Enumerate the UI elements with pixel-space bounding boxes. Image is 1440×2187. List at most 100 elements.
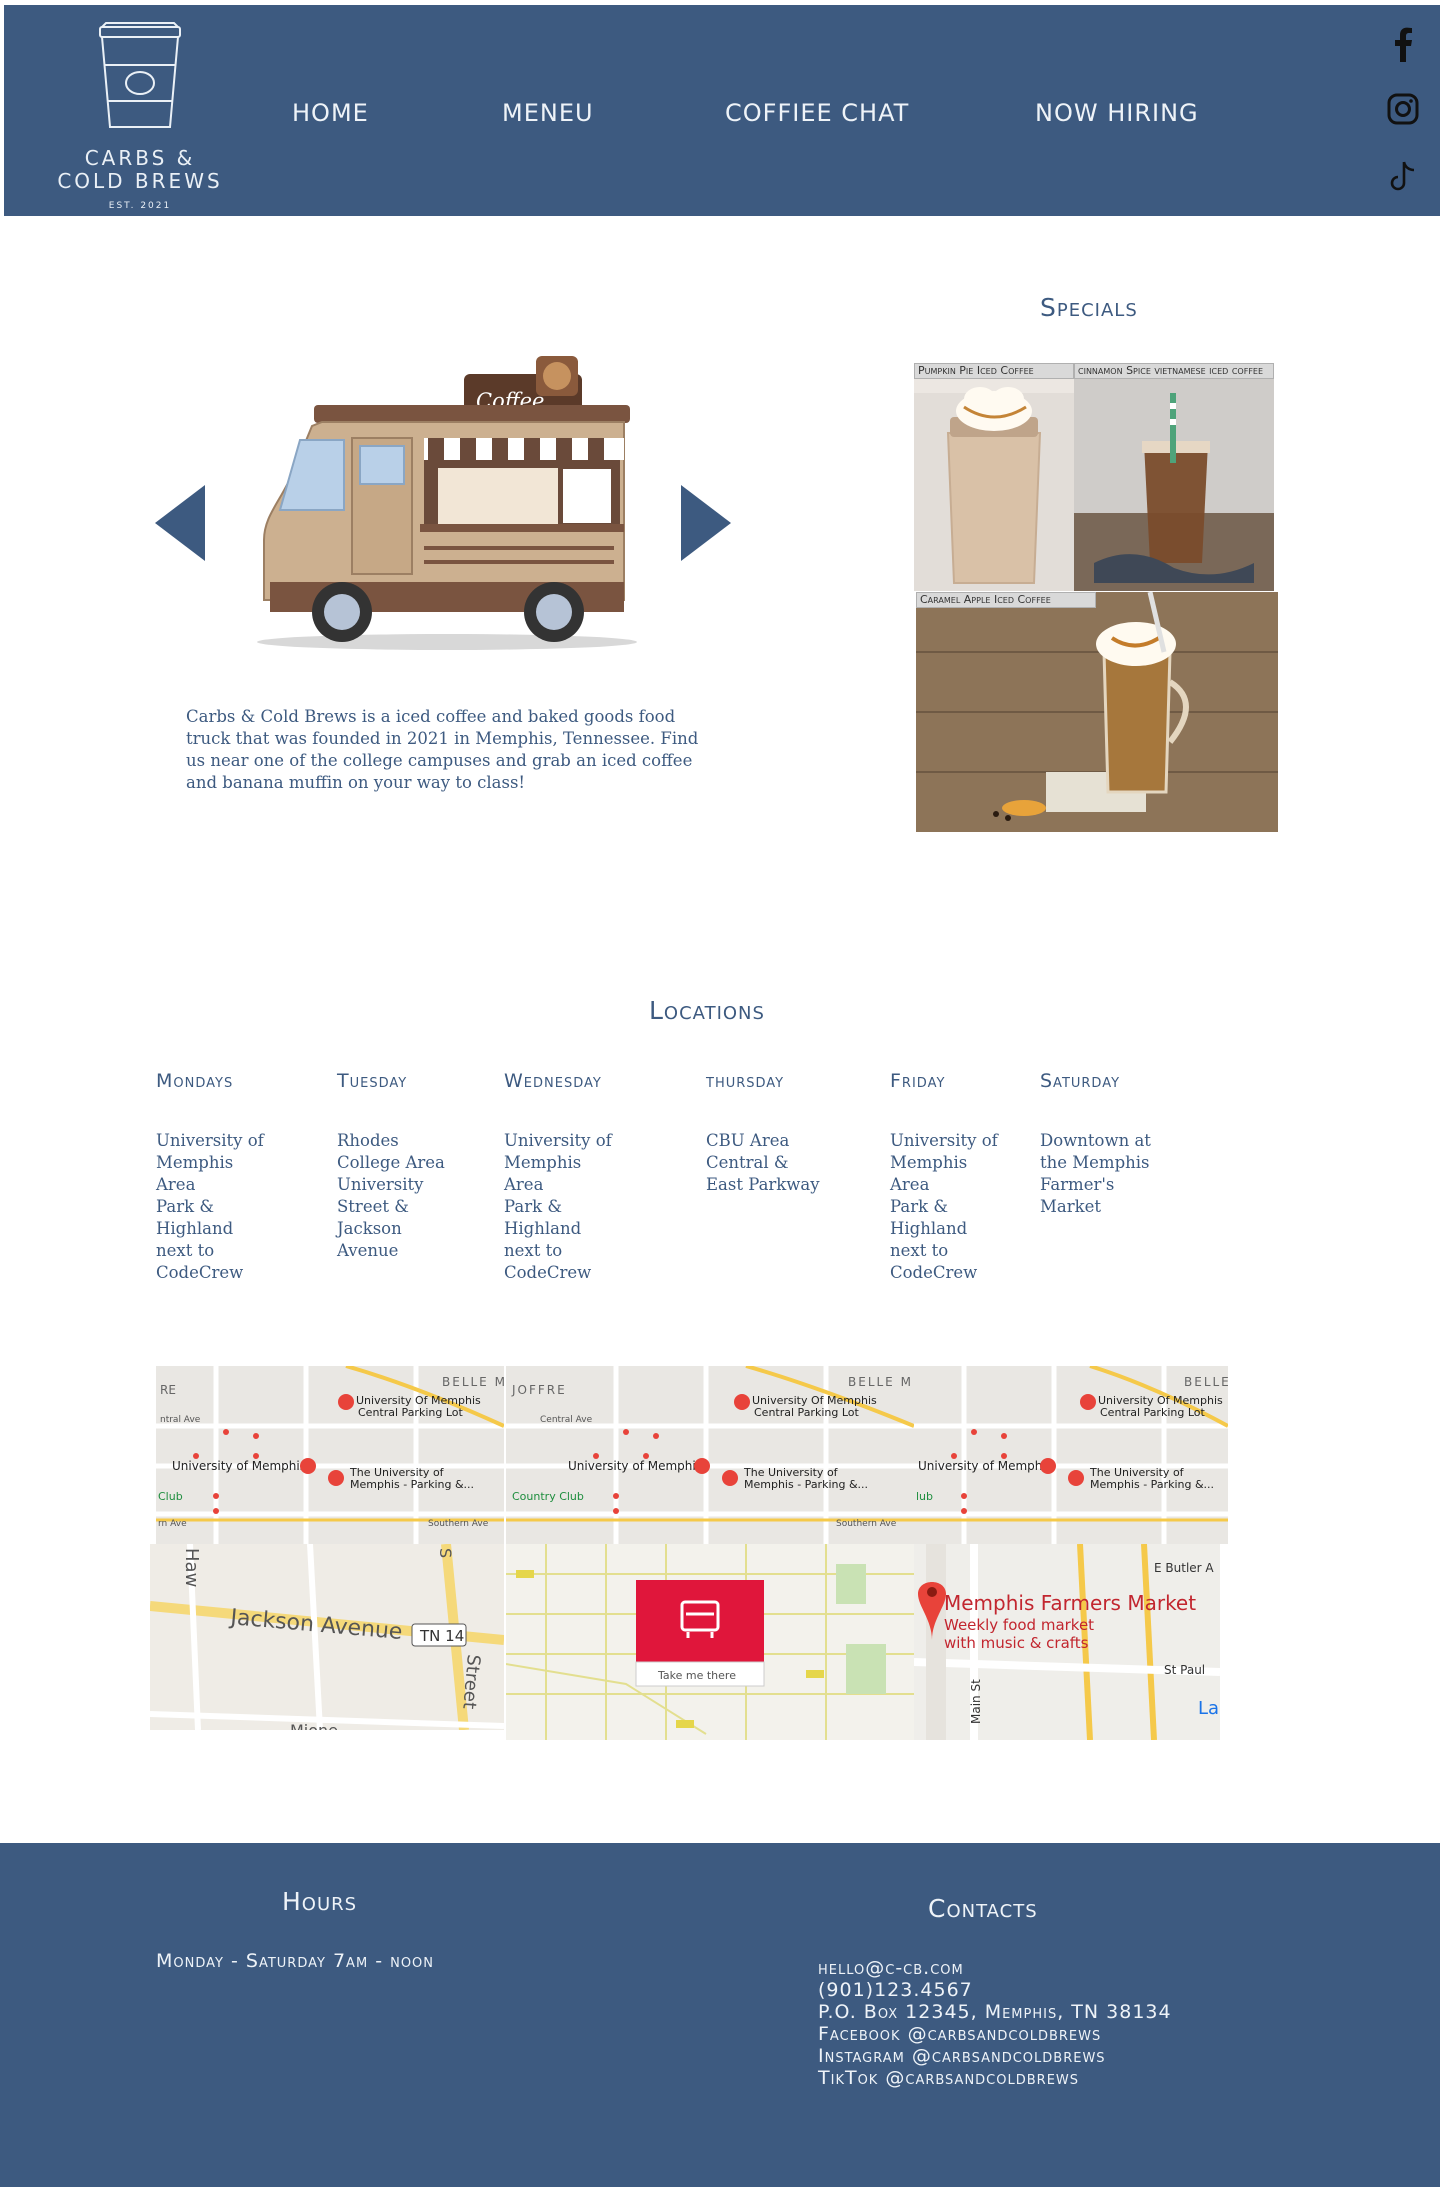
map-university-of-memphis-1[interactable]: RE BELLE M ntral Ave University Of Memph… (156, 1366, 504, 1544)
location-line: the Memphis (1040, 1153, 1150, 1172)
location-line: Highland (890, 1219, 968, 1238)
map-university-of-memphis-2[interactable]: JOFFRE BELLE ME Central Ave University O… (506, 1366, 914, 1544)
location-thursday: CBU Area Central & East Parkway (706, 1130, 820, 1196)
map-label: BELLE M (442, 1375, 504, 1389)
site-footer: Hours Monday - Saturday 7am - noon Conta… (0, 1843, 1440, 2187)
map-label: Central Parking Lot (1100, 1406, 1205, 1419)
map-label: with music & crafts (944, 1634, 1089, 1652)
location-tuesday: Rhodes College Area University Street & … (337, 1130, 445, 1262)
map-label: University of Memphis (172, 1459, 306, 1473)
nav-menu[interactable]: MENEU (502, 99, 594, 127)
map-cbu-area[interactable]: Take me there (506, 1544, 914, 1740)
contacts-list: hello@c-cb.com (901)123.4567 P.O. Box 12… (818, 1957, 1172, 2089)
day-thursday: thursday (706, 1070, 785, 1092)
special-pumpkin-pie-image[interactable]: Pumpkin Pie Iced Coffee (914, 363, 1074, 591)
hours-text: Monday - Saturday 7am - noon (156, 1950, 435, 1972)
map-take-me-there[interactable]: Take me there (657, 1669, 736, 1682)
map-label: University of Memphis (568, 1459, 702, 1473)
map-label: Southern Ave (836, 1519, 897, 1529)
map-label: St Paul (1164, 1663, 1205, 1677)
special-caption-3: Caramel Apple Iced Coffee (916, 592, 1096, 608)
contacts-title: Contacts (928, 1894, 1038, 1923)
day-saturday: Saturday (1040, 1070, 1121, 1092)
map-memphis-farmers-market[interactable]: Memphis Farmers Market Weekly food marke… (914, 1544, 1220, 1740)
map-university-of-memphis-3[interactable]: BELLE University Of Memphis Central Park… (914, 1366, 1228, 1544)
location-line: Farmer's (1040, 1175, 1115, 1194)
location-line: Memphis (156, 1153, 234, 1172)
location-line: CodeCrew (504, 1263, 592, 1282)
contact-instagram[interactable]: Instagram @carbsandcoldbrews (818, 2045, 1172, 2067)
tiktok-icon[interactable] (1384, 158, 1422, 196)
day-wednesday: Wednesday (504, 1070, 602, 1092)
location-line: East Parkway (706, 1175, 820, 1194)
facebook-icon[interactable] (1384, 24, 1422, 62)
location-line: University of (156, 1131, 264, 1150)
location-line: Market (1040, 1197, 1102, 1216)
carousel-next-arrow[interactable] (681, 485, 731, 561)
contact-facebook[interactable]: Facebook @carbsandcoldbrews (818, 2023, 1172, 2045)
map-label: TN 14 (419, 1627, 464, 1645)
about-description: Carbs & Cold Brews is a iced coffee and … (186, 707, 699, 792)
map-label: BELLE ME (848, 1375, 914, 1389)
map-label: La (1198, 1698, 1219, 1719)
map-graphic: Take me there (506, 1544, 914, 1740)
coffee-cup-icon (99, 22, 181, 128)
specials-title: Specials (1040, 293, 1138, 322)
carousel-prev-arrow[interactable] (155, 485, 205, 561)
map-label: Main St (969, 1679, 983, 1724)
map-graphic: Memphis Farmers Market Weekly food marke… (914, 1544, 1220, 1740)
special-cinnamon-spice-image[interactable]: cinnamon Spice vietnamese iced coffee (1074, 363, 1274, 591)
map-label: ntral Ave (160, 1415, 201, 1425)
location-wednesday: University of Memphis Area Park & Highla… (504, 1130, 612, 1284)
map-label: University of Memphis (918, 1459, 1052, 1473)
map-label: Southern Ave (428, 1519, 489, 1529)
location-line: Memphis (504, 1153, 582, 1172)
nav-coffee-chat[interactable]: COFFIEE CHAT (725, 99, 909, 127)
location-line: CBU Area (706, 1131, 790, 1150)
map-rhodes-college[interactable]: Jackson Avenue TN 14 Haw Street S Mione (150, 1544, 504, 1730)
day-mondays: Mondays (156, 1070, 234, 1092)
map-label: Memphis - Parking &... (744, 1478, 868, 1491)
location-line: Park & (156, 1197, 215, 1216)
instagram-icon[interactable] (1384, 90, 1422, 128)
location-line: Memphis (890, 1153, 968, 1172)
special-caption-1: Pumpkin Pie Iced Coffee (914, 363, 1074, 379)
map-label: BELLE (1184, 1375, 1228, 1389)
map-label: Memphis - Parking &... (350, 1478, 474, 1491)
nav-now-hiring[interactable]: NOW HIRING (1035, 99, 1199, 127)
location-line: Park & (504, 1197, 563, 1216)
map-label: lub (916, 1490, 933, 1503)
site-header: CARBS & COLD BREWS EST. 2021 HOME MENEU … (4, 5, 1440, 216)
brand-name-line1: CARBS & (84, 146, 196, 170)
pumpkin-pie-coffee-image (914, 363, 1074, 591)
location-line: CodeCrew (890, 1263, 978, 1282)
map-graphic: Jackson Avenue TN 14 Haw Street S Mione (150, 1544, 504, 1730)
map-label: S (436, 1548, 455, 1558)
map-graphic: JOFFRE BELLE ME Central Ave University O… (506, 1366, 914, 1544)
hours-title: Hours (282, 1887, 358, 1916)
map-pin-title: Memphis Farmers Market (944, 1591, 1196, 1615)
location-line: College Area (337, 1153, 445, 1172)
locations-title: Locations (649, 996, 765, 1025)
location-line: Area (890, 1175, 930, 1194)
brand-name-line2: COLD BREWS (57, 169, 223, 193)
location-line: University of (504, 1131, 612, 1150)
brand-logo[interactable]: CARBS & COLD BREWS EST. 2021 (50, 15, 230, 215)
location-line: Rhodes (337, 1131, 399, 1150)
special-caramel-apple-image[interactable]: Caramel Apple Iced Coffee (916, 592, 1278, 832)
map-label: Mione (290, 1721, 338, 1730)
brand-name: CARBS & COLD BREWS (50, 147, 230, 193)
location-line: next to (890, 1241, 949, 1260)
nav-home[interactable]: HOME (292, 99, 369, 127)
map-graphic: BELLE University Of Memphis Central Park… (914, 1366, 1228, 1544)
location-mondays: University of Memphis Area Park & Highla… (156, 1130, 264, 1284)
map-label: RE (160, 1383, 176, 1397)
contact-email[interactable]: hello@c-cb.com (818, 1957, 1172, 1979)
map-label: rn Ave (158, 1519, 187, 1529)
contact-address: P.O. Box 12345, Memphis, TN 38134 (818, 2001, 1172, 2023)
map-label: Club (158, 1490, 183, 1503)
contact-phone[interactable]: (901)123.4567 (818, 1979, 1172, 2001)
contact-tiktok[interactable]: TikTok @carbsandcoldbrews (818, 2067, 1172, 2089)
map-label: E Butler A (1154, 1561, 1214, 1575)
location-line: Central & (706, 1153, 789, 1172)
